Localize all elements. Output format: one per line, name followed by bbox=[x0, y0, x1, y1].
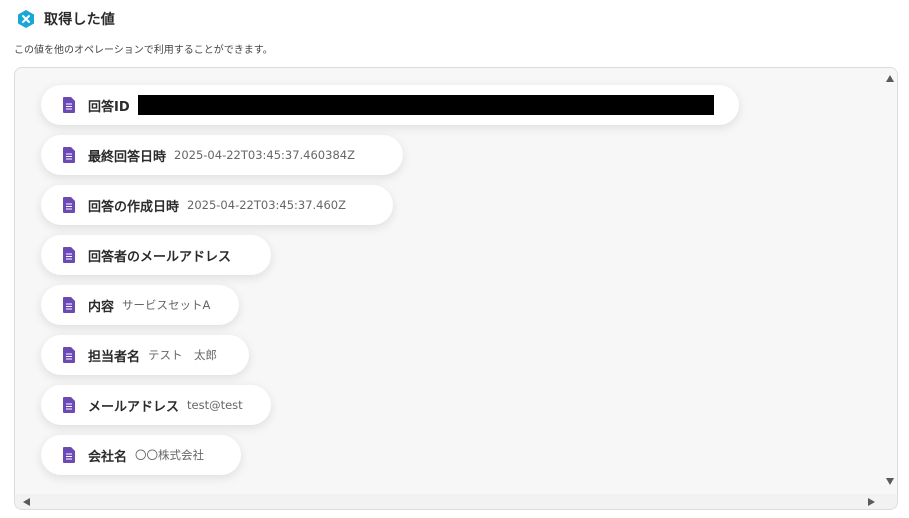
section-title: 取得した値 bbox=[44, 12, 115, 28]
value-label: 回答ID bbox=[88, 99, 130, 115]
scroll-left-arrow-icon[interactable] bbox=[23, 498, 30, 506]
redacted-value bbox=[137, 95, 714, 115]
value-label: 担当者名 bbox=[88, 349, 141, 365]
document-icon bbox=[63, 97, 75, 113]
vertical-scrollbar[interactable] bbox=[883, 68, 897, 494]
value-label: メールアドレス bbox=[88, 399, 180, 415]
value-pill-content[interactable]: 内容 サービスセットA bbox=[41, 285, 239, 325]
document-icon bbox=[63, 397, 75, 413]
value-text: 2025-04-22T03:45:37.460384Z bbox=[174, 148, 355, 162]
scroll-right-arrow-icon[interactable] bbox=[868, 498, 875, 506]
value-pill-person-in-charge[interactable]: 担当者名 テスト 太郎 bbox=[41, 335, 249, 375]
value-text: test@test bbox=[187, 398, 243, 412]
value-label: 会社名 bbox=[88, 449, 128, 465]
value-text: 2025-04-22T03:45:37.460Z bbox=[187, 198, 347, 212]
document-icon bbox=[63, 147, 75, 163]
document-icon bbox=[63, 297, 75, 313]
section-header: 取得した値 bbox=[16, 9, 115, 29]
document-icon bbox=[63, 447, 75, 463]
value-pill-respondent-email[interactable]: 回答者のメールアドレス bbox=[41, 235, 271, 275]
value-label: 回答者のメールアドレス bbox=[88, 249, 232, 265]
value-pill-created-at[interactable]: 回答の作成日時 2025-04-22T03:45:37.460Z bbox=[41, 185, 393, 225]
value-text: 〇〇株式会社 bbox=[135, 448, 205, 462]
value-pill-email[interactable]: メールアドレス test@test bbox=[41, 385, 271, 425]
scroll-up-arrow-icon[interactable] bbox=[886, 75, 894, 82]
document-icon bbox=[63, 347, 75, 363]
value-text: サービスセットA bbox=[122, 298, 211, 312]
value-pill-response-id[interactable]: 回答ID bbox=[41, 85, 739, 125]
value-label: 回答の作成日時 bbox=[88, 199, 180, 215]
value-label: 最終回答日時 bbox=[88, 149, 167, 165]
section-subtitle: この値を他のオペレーションで利用することができます。 bbox=[14, 45, 273, 56]
document-icon bbox=[63, 247, 75, 263]
value-pill-company-name[interactable]: 会社名 〇〇株式会社 bbox=[41, 435, 241, 475]
values-panel[interactable]: 回答ID 最終回答日時 2025-04-22T03:45:37.460384Z … bbox=[14, 67, 898, 510]
scroll-down-arrow-icon[interactable] bbox=[886, 478, 894, 485]
value-text: テスト 太郎 bbox=[148, 348, 218, 362]
value-pill-last-answered-at[interactable]: 最終回答日時 2025-04-22T03:45:37.460384Z bbox=[41, 135, 403, 175]
brand-hexagon-icon bbox=[18, 10, 34, 28]
document-icon bbox=[63, 197, 75, 213]
horizontal-scrollbar[interactable] bbox=[15, 494, 897, 509]
value-label: 内容 bbox=[88, 299, 115, 315]
